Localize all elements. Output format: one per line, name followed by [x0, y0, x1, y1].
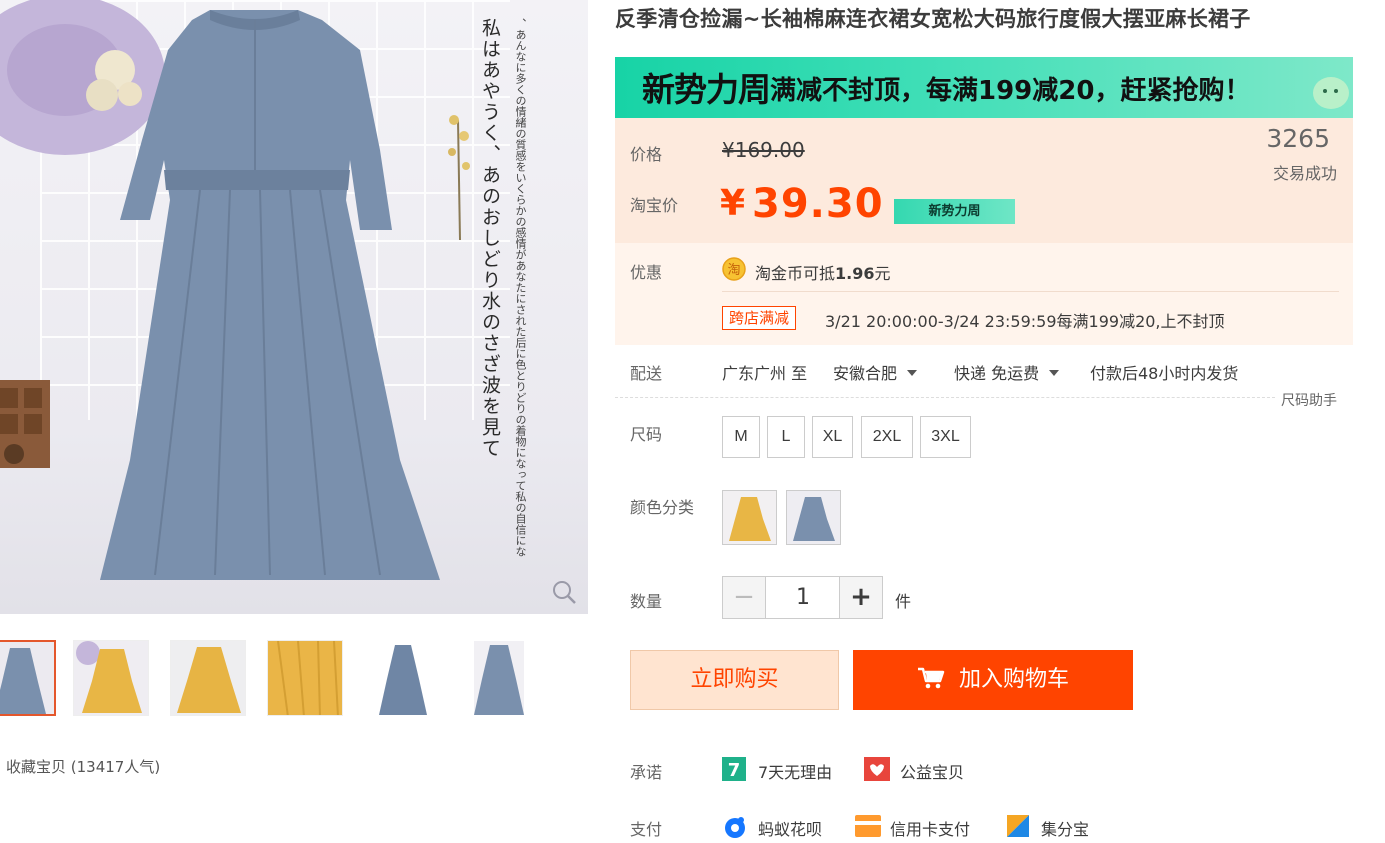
- decrease-button[interactable]: −: [723, 577, 766, 618]
- overlay-text-sub: 、あんなに多くの情緒の質感をいくらかの感情があなたにされた后に色とりどりの着物に…: [514, 18, 527, 557]
- size-option-m[interactable]: M: [722, 416, 760, 458]
- coin-amount: 1.96: [835, 264, 875, 283]
- coupon-divider: [722, 291, 1339, 292]
- cart-icon: [917, 667, 945, 689]
- current-price: 39.30: [752, 181, 884, 227]
- delivery-method-select[interactable]: 快递 免运费: [954, 360, 1060, 384]
- jifenbao-icon: [1007, 815, 1029, 837]
- product-title: 反季清仓捡漏~长袖棉麻连衣裙女宽松大码旅行度假大摆亚麻长裙子: [615, 7, 1251, 31]
- sold-count: 3265: [1266, 124, 1330, 153]
- delivery-to-select[interactable]: 安徽合肥: [833, 360, 918, 384]
- payment-item-huabei[interactable]: 蚂蚁花呗: [758, 816, 822, 840]
- quantity-unit: 件: [895, 592, 912, 611]
- promise-item-charity[interactable]: 公益宝贝: [900, 759, 964, 783]
- chevron-down-icon: [1049, 370, 1060, 376]
- thumbnail-3[interactable]: [170, 640, 246, 716]
- color-label: 颜色分类: [630, 498, 695, 517]
- charity-icon: [864, 757, 890, 781]
- dashed-divider: [615, 397, 1275, 398]
- original-price: ¥169.00: [722, 138, 805, 162]
- zoom-icon[interactable]: [551, 579, 577, 605]
- delivery-note: 付款后48小时内发货: [1090, 364, 1239, 383]
- delivery-from: 广东广州 至: [722, 364, 808, 383]
- svg-text:淘: 淘: [727, 263, 740, 278]
- thumbnail-2[interactable]: [73, 640, 149, 716]
- promo-price-tag: 新势力周: [894, 199, 1015, 224]
- quantity-input[interactable]: [766, 577, 840, 618]
- size-label: 尺码: [630, 425, 663, 444]
- increase-button[interactable]: +: [839, 577, 882, 618]
- favorite-link[interactable]: 收藏宝贝 (13417人气): [6, 756, 160, 777]
- color-option-yellow[interactable]: [722, 490, 777, 545]
- wooden-box-decoration: [0, 380, 50, 468]
- huabei-icon: [725, 817, 745, 838]
- size-option-xl[interactable]: XL: [812, 416, 853, 458]
- payment-label: 支付: [630, 820, 663, 839]
- mascot-icon: [1313, 77, 1349, 109]
- promo-banner[interactable]: 新势力周 满减不封顶，每满199减20，赶紧抢购！: [615, 57, 1353, 118]
- add-to-cart-label: 加入购物车: [958, 667, 1069, 692]
- thumbnail-4[interactable]: [267, 640, 343, 716]
- cross-store-discount-tag: 跨店满减: [722, 306, 797, 330]
- quantity-label: 数量: [630, 592, 663, 611]
- thumbnail-strip: [0, 640, 588, 720]
- discount-desc: 3/21 20:00:00-3/24 23:59:59每满199减20,上不封顶: [825, 312, 1225, 331]
- dress-figure: [100, 10, 440, 580]
- taobao-price-label: 淘宝价: [630, 196, 679, 215]
- quantity-stepper: − +: [722, 576, 883, 619]
- payment-item-jifenbao[interactable]: 集分宝: [1041, 816, 1089, 840]
- coin-discount-text: 淘金币可抵1.96元: [755, 260, 891, 284]
- size-helper-link[interactable]: 尺码助手: [1281, 390, 1337, 410]
- currency-symbol: ¥: [720, 183, 746, 224]
- chevron-down-icon: [907, 370, 918, 376]
- credit-card-icon: [855, 815, 881, 837]
- size-option-3xl[interactable]: 3XL: [920, 416, 971, 458]
- price-label: 价格: [630, 145, 663, 164]
- payment-item-credit-card[interactable]: 信用卡支付: [890, 816, 970, 840]
- promise-item-return[interactable]: 7天无理由: [758, 759, 832, 783]
- add-to-cart-button[interactable]: 加入购物车: [853, 650, 1133, 710]
- seven-day-return-icon: 7: [722, 757, 746, 781]
- discount-label: 优惠: [630, 263, 663, 282]
- color-option-blue[interactable]: [786, 490, 841, 545]
- overlay-text-main: 私はあやうく、あのおしどり水のさざ波を見て: [479, 18, 501, 459]
- thumbnail-6[interactable]: [461, 640, 537, 716]
- promo-logo: 新势力周: [642, 70, 771, 109]
- coin-text: 淘金币可抵: [755, 264, 836, 283]
- thumbnail-1[interactable]: [0, 640, 56, 716]
- taojinbi-coin-icon: 淘: [722, 257, 746, 281]
- size-option-2xl[interactable]: 2XL: [861, 416, 913, 458]
- main-product-image[interactable]: 私はあやうく、あのおしどり水のさざ波を見て 、あんなに多くの情緒の質感をいくらか…: [0, 0, 588, 614]
- thumbnail-5[interactable]: [364, 640, 440, 716]
- delivery-method: 快递 免运费: [954, 364, 1040, 383]
- delivery-to: 安徽合肥: [833, 364, 898, 383]
- buy-now-button[interactable]: 立即购买: [630, 650, 839, 710]
- sold-label: 交易成功: [1272, 164, 1337, 183]
- promise-label: 承诺: [630, 763, 663, 782]
- size-option-l[interactable]: L: [767, 416, 805, 458]
- svg-text:7: 7: [728, 760, 741, 781]
- coin-unit: 元: [874, 264, 891, 283]
- promo-text: 满减不封顶，每满199减20，赶紧抢购！: [770, 76, 1251, 106]
- delivery-label: 配送: [630, 364, 663, 383]
